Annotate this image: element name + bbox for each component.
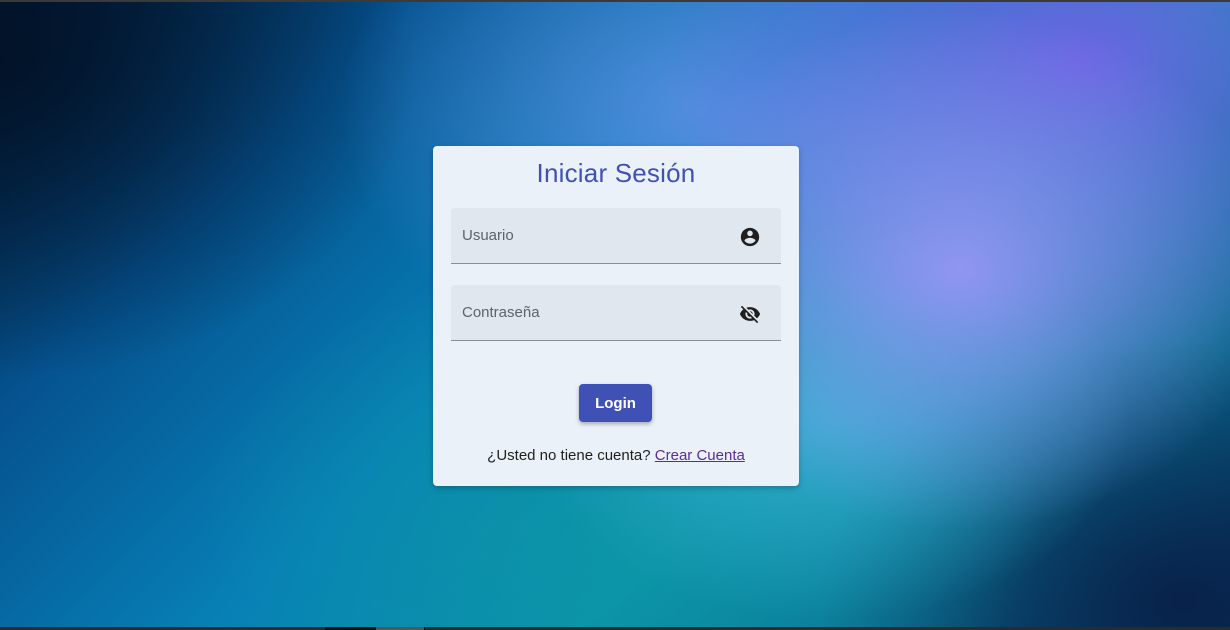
login-page: Iniciar Sesión Login ¿Usted no tiene cue… bbox=[0, 0, 1230, 630]
page-title: Iniciar Sesión bbox=[536, 158, 696, 188]
account-circle-icon bbox=[740, 227, 760, 247]
signup-row: ¿Usted no tiene cuenta? Crear Cuenta bbox=[433, 447, 799, 464]
username-field[interactable] bbox=[451, 208, 781, 264]
login-button[interactable]: Login bbox=[579, 384, 652, 422]
password-field[interactable] bbox=[451, 285, 781, 341]
window-top-border bbox=[0, 0, 1230, 2]
signup-prompt: ¿Usted no tiene cuenta? bbox=[487, 447, 651, 464]
create-account-link[interactable]: Crear Cuenta bbox=[655, 447, 745, 464]
eye-off-icon[interactable] bbox=[739, 303, 761, 325]
login-card: Iniciar Sesión Login ¿Usted no tiene cue… bbox=[433, 146, 799, 486]
password-input[interactable] bbox=[451, 285, 721, 340]
username-input[interactable] bbox=[451, 208, 721, 263]
